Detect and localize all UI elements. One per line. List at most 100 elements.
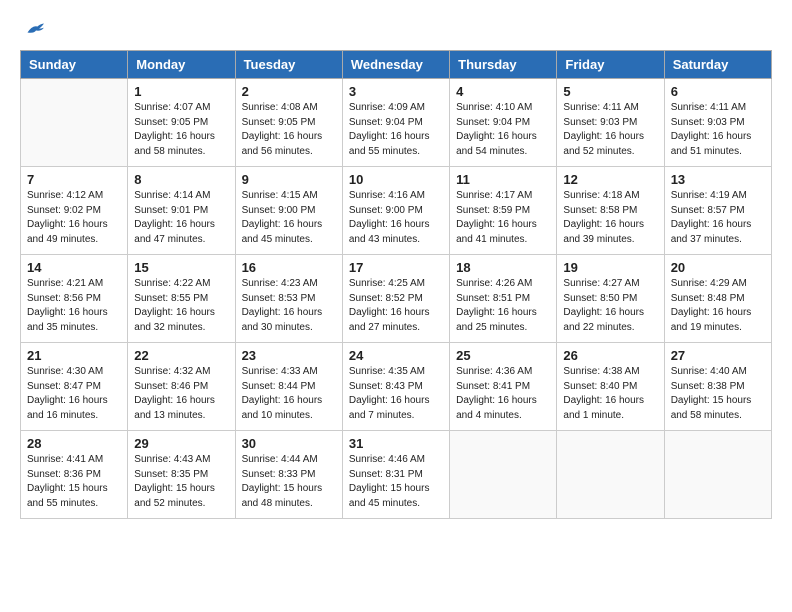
day-number: 21	[27, 348, 121, 363]
day-number: 6	[671, 84, 765, 99]
calendar-cell	[664, 431, 771, 519]
calendar-cell: 19 Sunrise: 4:27 AM Sunset: 8:50 PM Dayli…	[557, 255, 664, 343]
day-info: Sunrise: 4:16 AM Sunset: 9:00 PM Dayligh…	[349, 189, 443, 247]
day-info: Sunrise: 4:29 AM Sunset: 8:48 PM Dayligh…	[671, 277, 765, 335]
day-info: Sunrise: 4:19 AM Sunset: 8:57 PM Dayligh…	[671, 189, 765, 247]
weekday-header-thursday: Thursday	[450, 51, 557, 79]
calendar-cell: 12 Sunrise: 4:18 AM Sunset: 8:58 PM Dayli…	[557, 167, 664, 255]
calendar-cell: 31 Sunrise: 4:46 AM Sunset: 8:31 PM Dayli…	[342, 431, 449, 519]
day-number: 20	[671, 260, 765, 275]
day-info: Sunrise: 4:25 AM Sunset: 8:52 PM Dayligh…	[349, 277, 443, 335]
day-number: 31	[349, 436, 443, 451]
day-number: 19	[563, 260, 657, 275]
day-number: 4	[456, 84, 550, 99]
calendar-cell: 23 Sunrise: 4:33 AM Sunset: 8:44 PM Dayli…	[235, 343, 342, 431]
calendar-cell: 18Sunrise: 4:26 AM Sunset: 8:51 PM Dayli…	[450, 255, 557, 343]
day-info: Sunrise: 4:22 AM Sunset: 8:55 PM Dayligh…	[134, 277, 228, 335]
calendar-cell: 13Sunrise: 4:19 AM Sunset: 8:57 PM Dayli…	[664, 167, 771, 255]
page-header	[20, 20, 772, 40]
day-number: 22	[134, 348, 228, 363]
day-info: Sunrise: 4:38 AM Sunset: 8:40 PM Dayligh…	[563, 365, 657, 423]
day-info: Sunrise: 4:33 AM Sunset: 8:44 PM Dayligh…	[242, 365, 336, 423]
calendar-cell: 29 Sunrise: 4:43 AM Sunset: 8:35 PM Dayli…	[128, 431, 235, 519]
calendar-cell: 14 Sunrise: 4:21 AM Sunset: 8:56 PM Dayli…	[21, 255, 128, 343]
day-number: 28	[27, 436, 121, 451]
day-number: 5	[563, 84, 657, 99]
calendar-cell: 21Sunrise: 4:30 AM Sunset: 8:47 PM Dayli…	[21, 343, 128, 431]
calendar-cell	[21, 79, 128, 167]
day-number: 15	[134, 260, 228, 275]
calendar-week-4: 21Sunrise: 4:30 AM Sunset: 8:47 PM Dayli…	[21, 343, 772, 431]
day-number: 23	[242, 348, 336, 363]
calendar-header-row: SundayMondayTuesdayWednesdayThursdayFrid…	[21, 51, 772, 79]
calendar-cell: 9 Sunrise: 4:15 AM Sunset: 9:00 PM Daylig…	[235, 167, 342, 255]
calendar-cell: 22 Sunrise: 4:32 AM Sunset: 8:46 PM Dayli…	[128, 343, 235, 431]
calendar-week-2: 7 Sunrise: 4:12 AM Sunset: 9:02 PM Daylig…	[21, 167, 772, 255]
calendar-cell: 27 Sunrise: 4:40 AM Sunset: 8:38 PM Dayli…	[664, 343, 771, 431]
day-info: Sunrise: 4:11 AM Sunset: 9:03 PM Dayligh…	[563, 101, 657, 159]
calendar-cell: 3Sunrise: 4:09 AM Sunset: 9:04 PM Daylig…	[342, 79, 449, 167]
logo-bird-icon	[25, 20, 45, 40]
day-info: Sunrise: 4:10 AM Sunset: 9:04 PM Dayligh…	[456, 101, 550, 159]
day-number: 29	[134, 436, 228, 451]
day-number: 9	[242, 172, 336, 187]
calendar-cell: 1 Sunrise: 4:07 AM Sunset: 9:05 PM Daylig…	[128, 79, 235, 167]
day-info: Sunrise: 4:44 AM Sunset: 8:33 PM Dayligh…	[242, 453, 336, 511]
day-number: 16	[242, 260, 336, 275]
day-info: Sunrise: 4:46 AM Sunset: 8:31 PM Dayligh…	[349, 453, 443, 511]
weekday-header-saturday: Saturday	[664, 51, 771, 79]
day-info: Sunrise: 4:11 AM Sunset: 9:03 PM Dayligh…	[671, 101, 765, 159]
day-number: 12	[563, 172, 657, 187]
calendar-cell: 28 Sunrise: 4:41 AM Sunset: 8:36 PM Dayli…	[21, 431, 128, 519]
day-info: Sunrise: 4:40 AM Sunset: 8:38 PM Dayligh…	[671, 365, 765, 423]
day-info: Sunrise: 4:27 AM Sunset: 8:50 PM Dayligh…	[563, 277, 657, 335]
day-number: 30	[242, 436, 336, 451]
day-info: Sunrise: 4:12 AM Sunset: 9:02 PM Dayligh…	[27, 189, 121, 247]
day-info: Sunrise: 4:23 AM Sunset: 8:53 PM Dayligh…	[242, 277, 336, 335]
calendar-cell: 26 Sunrise: 4:38 AM Sunset: 8:40 PM Dayli…	[557, 343, 664, 431]
day-info: Sunrise: 4:43 AM Sunset: 8:35 PM Dayligh…	[134, 453, 228, 511]
day-info: Sunrise: 4:07 AM Sunset: 9:05 PM Dayligh…	[134, 101, 228, 159]
day-number: 8	[134, 172, 228, 187]
day-number: 17	[349, 260, 443, 275]
weekday-header-sunday: Sunday	[21, 51, 128, 79]
day-number: 18	[456, 260, 550, 275]
calendar-cell	[450, 431, 557, 519]
calendar-cell: 25 Sunrise: 4:36 AM Sunset: 8:41 PM Dayli…	[450, 343, 557, 431]
day-number: 27	[671, 348, 765, 363]
calendar-cell: 16 Sunrise: 4:23 AM Sunset: 8:53 PM Dayli…	[235, 255, 342, 343]
calendar-cell: 17 Sunrise: 4:25 AM Sunset: 8:52 PM Dayli…	[342, 255, 449, 343]
calendar-cell: 15 Sunrise: 4:22 AM Sunset: 8:55 PM Dayli…	[128, 255, 235, 343]
day-number: 7	[27, 172, 121, 187]
day-info: Sunrise: 4:18 AM Sunset: 8:58 PM Dayligh…	[563, 189, 657, 247]
logo	[20, 20, 45, 40]
calendar-cell	[557, 431, 664, 519]
calendar-cell: 2Sunrise: 4:08 AM Sunset: 9:05 PM Daylig…	[235, 79, 342, 167]
day-number: 26	[563, 348, 657, 363]
weekday-header-monday: Monday	[128, 51, 235, 79]
day-info: Sunrise: 4:35 AM Sunset: 8:43 PM Dayligh…	[349, 365, 443, 423]
day-info: Sunrise: 4:21 AM Sunset: 8:56 PM Dayligh…	[27, 277, 121, 335]
calendar-cell: 30 Sunrise: 4:44 AM Sunset: 8:33 PM Dayli…	[235, 431, 342, 519]
day-number: 1	[134, 84, 228, 99]
day-number: 3	[349, 84, 443, 99]
calendar-cell: 7 Sunrise: 4:12 AM Sunset: 9:02 PM Daylig…	[21, 167, 128, 255]
calendar-cell: 11 Sunrise: 4:17 AM Sunset: 8:59 PM Dayli…	[450, 167, 557, 255]
day-info: Sunrise: 4:17 AM Sunset: 8:59 PM Dayligh…	[456, 189, 550, 247]
weekday-header-wednesday: Wednesday	[342, 51, 449, 79]
day-info: Sunrise: 4:14 AM Sunset: 9:01 PM Dayligh…	[134, 189, 228, 247]
day-info: Sunrise: 4:41 AM Sunset: 8:36 PM Dayligh…	[27, 453, 121, 511]
day-number: 10	[349, 172, 443, 187]
calendar-cell: 10 Sunrise: 4:16 AM Sunset: 9:00 PM Dayli…	[342, 167, 449, 255]
day-number: 14	[27, 260, 121, 275]
weekday-header-friday: Friday	[557, 51, 664, 79]
day-number: 2	[242, 84, 336, 99]
day-number: 11	[456, 172, 550, 187]
day-info: Sunrise: 4:36 AM Sunset: 8:41 PM Dayligh…	[456, 365, 550, 423]
day-info: Sunrise: 4:15 AM Sunset: 9:00 PM Dayligh…	[242, 189, 336, 247]
day-number: 25	[456, 348, 550, 363]
day-info: Sunrise: 4:32 AM Sunset: 8:46 PM Dayligh…	[134, 365, 228, 423]
calendar-table: SundayMondayTuesdayWednesdayThursdayFrid…	[20, 50, 772, 519]
calendar-cell: 8 Sunrise: 4:14 AM Sunset: 9:01 PM Daylig…	[128, 167, 235, 255]
calendar-cell: 5 Sunrise: 4:11 AM Sunset: 9:03 PM Daylig…	[557, 79, 664, 167]
